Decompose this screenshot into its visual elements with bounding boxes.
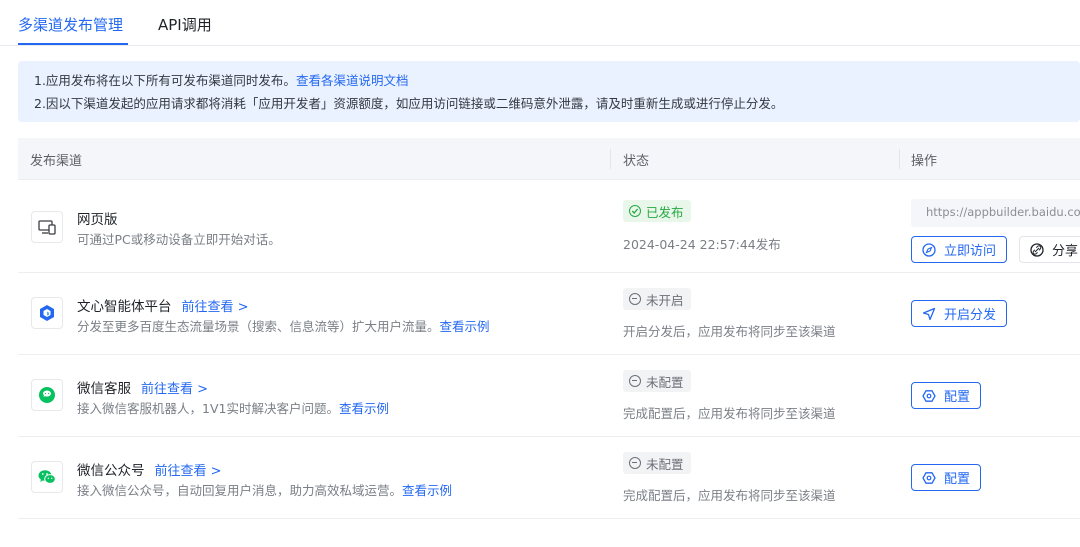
channel-docs-link[interactable]: 查看各渠道说明文档 [296, 73, 409, 88]
goto-link[interactable]: 前往查看 > [182, 300, 249, 315]
send-icon [922, 307, 936, 321]
goto-link[interactable]: 前往查看 > [141, 382, 208, 397]
visit-now-button[interactable]: 立即访问 [911, 236, 1008, 263]
channel-desc-text: 分发至更多百度生态流量场景（搜索、信息流等）扩大用户流量。 [77, 319, 440, 334]
channel-desc-text: 接入微信客服机器人，1V1实时解决客户问题。 [77, 401, 339, 416]
monitor-phone-icon [31, 211, 63, 243]
channel-name-text: 网页版 [77, 212, 118, 228]
visit-now-label: 立即访问 [944, 244, 997, 259]
share-button[interactable]: 分享 [1019, 236, 1080, 263]
header-channel: 发布渠道 [30, 154, 83, 169]
notice-banner: 1.应用发布将在以下所有可发布渠道同时发布。查看各渠道说明文档 2.因以下渠道发… [18, 61, 1080, 122]
header-divider [610, 149, 611, 169]
view-example-link[interactable]: 查看示例 [402, 483, 452, 498]
header-status: 状态 [623, 154, 650, 169]
status-hint: 开启分发后，应用发布将同步至该渠道 [623, 324, 836, 339]
table-row: 网页版 可通过PC或移动设备立即开始对话。 已发布 2024-04-24 22:… [18, 180, 1080, 273]
table-row: 文心智能体平台 前往查看 > 分发至更多百度生态流量场景（搜索、信息流等）扩大用户… [18, 273, 1080, 355]
settings-icon [922, 389, 936, 403]
minus-circle-icon [629, 457, 641, 469]
share-label: 分享 [1052, 244, 1079, 259]
channel-name: 微信公众号 前往查看 > [77, 459, 222, 479]
publish-time: 2024-04-24 22:57:44发布 [623, 237, 781, 252]
status-badge-label: 已发布 [646, 204, 684, 220]
wechat-service-icon [31, 379, 63, 411]
configure-button[interactable]: 配置 [911, 464, 982, 491]
goto-link[interactable]: 前往查看 > [155, 464, 222, 479]
channel-desc: 接入微信客服机器人，1V1实时解决客户问题。查看示例 [77, 398, 389, 417]
header-divider [899, 149, 900, 169]
notice-line-1: 1.应用发布将在以下所有可发布渠道同时发布。查看各渠道说明文档 [34, 69, 1080, 92]
minus-circle-icon [629, 375, 641, 387]
table-row: 微信公众号 前往查看 > 接入微信公众号，自动回复用户消息，助力高效私域运营。查看… [18, 437, 1080, 519]
view-example-link[interactable]: 查看示例 [339, 401, 389, 416]
notice-line-2: 2.因以下渠道发起的应用请求都将消耗「应用开发者」资源额度，如应用访问链接或二维… [34, 96, 784, 111]
status-badge-label: 未配置 [646, 374, 684, 390]
status-hint: 完成配置后，应用发布将同步至该渠道 [623, 488, 836, 503]
status-badge: 已发布 [623, 200, 691, 222]
configure-label: 配置 [944, 472, 971, 487]
settings-icon [922, 471, 936, 485]
status-badge: 未配置 [623, 452, 691, 474]
status-hint: 完成配置后，应用发布将同步至该渠道 [623, 406, 836, 421]
channel-name-text: 微信公众号 [77, 463, 145, 479]
channel-name: 网页版 [77, 208, 118, 228]
minus-circle-icon [629, 293, 641, 305]
link-icon [1030, 242, 1044, 257]
header-actions: 操作 [911, 154, 938, 169]
compass-icon [922, 242, 936, 257]
enable-distribution-label: 开启分发 [944, 308, 997, 323]
view-example-link[interactable]: 查看示例 [440, 319, 490, 334]
channel-name-text: 文心智能体平台 [77, 299, 172, 315]
channel-desc: 分发至更多百度生态流量场景（搜索、信息流等）扩大用户流量。查看示例 [77, 316, 490, 335]
status-badge-label: 未开启 [646, 292, 684, 308]
configure-button[interactable]: 配置 [911, 382, 982, 409]
channel-name: 文心智能体平台 前往查看 > [77, 295, 249, 315]
notice-line-1-text: 1.应用发布将在以下所有可发布渠道同时发布。 [34, 73, 296, 88]
channel-name: 微信客服 前往查看 > [77, 377, 208, 397]
active-tab-indicator [18, 43, 128, 45]
tab-api[interactable]: API调用 [158, 14, 212, 36]
check-circle-icon [629, 205, 641, 217]
table-row: 微信客服 前往查看 > 接入微信客服机器人，1V1实时解决客户问题。查看示例 未配… [18, 355, 1080, 437]
wechat-official-icon [31, 461, 63, 493]
wenxin-agent-icon [31, 297, 63, 329]
tab-multichannel[interactable]: 多渠道发布管理 [18, 14, 123, 36]
status-badge: 未配置 [623, 370, 691, 392]
status-badge: 未开启 [623, 288, 691, 310]
channel-desc: 可通过PC或移动设备立即开始对话。 [77, 232, 281, 247]
tab-bar: 多渠道发布管理 API调用 [0, 0, 1080, 46]
app-url-field[interactable]: https://appbuilder.baidu.com/ [911, 199, 1080, 227]
channel-name-text: 微信客服 [77, 381, 131, 397]
channel-desc: 接入微信公众号，自动回复用户消息，助力高效私域运营。查看示例 [77, 480, 452, 499]
channel-desc-text: 接入微信公众号，自动回复用户消息，助力高效私域运营。 [77, 483, 403, 498]
enable-distribution-button[interactable]: 开启分发 [911, 300, 1008, 327]
table-header: 发布渠道 状态 操作 [18, 138, 1080, 180]
status-badge-label: 未配置 [646, 456, 684, 472]
configure-label: 配置 [944, 390, 971, 405]
